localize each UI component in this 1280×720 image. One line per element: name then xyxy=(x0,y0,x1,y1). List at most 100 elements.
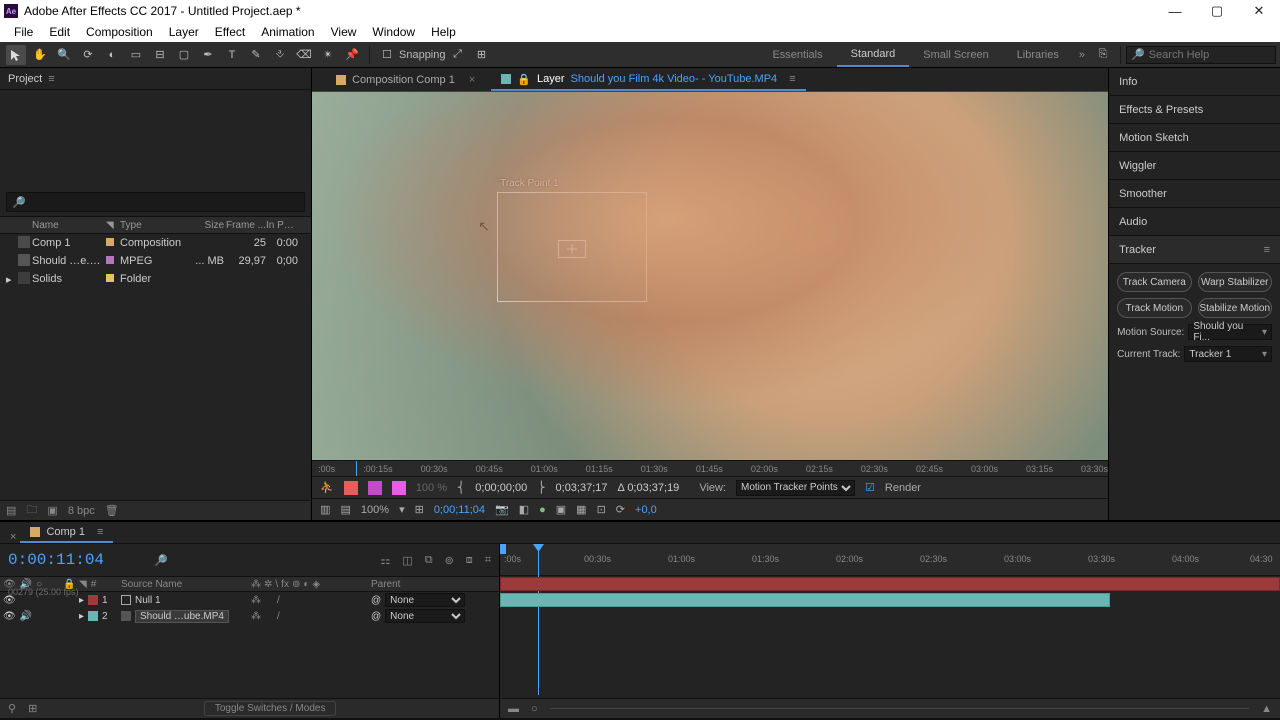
workspace-essentials[interactable]: Essentials xyxy=(758,42,836,67)
trash-icon[interactable]: 🗑 xyxy=(105,504,119,517)
menu-animation[interactable]: Animation xyxy=(253,23,322,41)
zoom-slider-handle[interactable]: ○ xyxy=(531,703,538,715)
col-frame[interactable]: Frame ... xyxy=(224,220,266,231)
3d-icon[interactable]: ◈ xyxy=(312,579,320,590)
twirl-icon[interactable]: ▸ xyxy=(79,611,84,622)
toggle-switches-modes[interactable]: Toggle Switches / Modes xyxy=(204,701,337,716)
layer-name[interactable]: Null 1 xyxy=(135,595,161,606)
zoom-out-icon[interactable]: ▬ xyxy=(508,703,519,715)
project-item-movie[interactable]: Should …e.MP4 MPEG ... MB 29,97 0;00 xyxy=(0,252,311,270)
warp-stabilizer-button[interactable]: Warp Stabilizer xyxy=(1198,272,1272,292)
panel-info[interactable]: Info xyxy=(1109,68,1280,96)
zoom-in-icon[interactable]: ▲ xyxy=(1261,703,1272,715)
search-timeline-icon[interactable]: 🔎 xyxy=(154,554,168,567)
menu-window[interactable]: Window xyxy=(364,23,423,41)
label-col-icon[interactable]: ◥ xyxy=(79,579,87,590)
sync-settings-icon[interactable]: ⎘ xyxy=(1093,45,1113,65)
layer-bar[interactable] xyxy=(500,577,1280,591)
close-icon[interactable]: × xyxy=(6,531,20,543)
channel-icon[interactable]: ◧ xyxy=(519,503,529,516)
panel-menu-icon[interactable]: ≡ xyxy=(789,73,795,85)
video-toggle-icon[interactable]: 👁 xyxy=(3,611,16,622)
viewer-tab-layer[interactable]: 🔒 Layer Should you Film 4k Video- - YouT… xyxy=(491,69,805,91)
time-marker[interactable] xyxy=(356,461,357,476)
timeline-layer-row[interactable]: 👁🔊 ▸2 Should …ube.MP4 ⁂/ @None xyxy=(0,608,499,624)
hand-tool-icon[interactable]: ✋ xyxy=(30,45,50,65)
draft3d-icon[interactable]: ◫ xyxy=(402,554,412,567)
workarea-start-handle[interactable] xyxy=(500,544,506,554)
col-name[interactable]: Name xyxy=(32,220,106,231)
sw2[interactable] xyxy=(368,481,382,495)
label-swatch[interactable] xyxy=(106,256,114,264)
pickwhip-icon[interactable]: @ xyxy=(371,595,381,606)
twirl-icon[interactable]: ▸ xyxy=(79,595,84,606)
motion-source-select[interactable]: Should you Fi... ▾ xyxy=(1188,324,1272,340)
refresh-icon[interactable]: ⟳ xyxy=(616,503,625,516)
window-close[interactable]: ✕ xyxy=(1238,0,1280,22)
camera-tool-icon[interactable]: ▭ xyxy=(126,45,146,65)
layer-label-swatch[interactable] xyxy=(88,595,98,605)
menu-file[interactable]: File xyxy=(6,23,41,41)
panel-effects-presets[interactable]: Effects & Presets xyxy=(1109,96,1280,124)
sw1[interactable] xyxy=(344,481,358,495)
pen-tool-icon[interactable]: ✒ xyxy=(198,45,218,65)
comp-mini-flowchart-icon[interactable]: ⚏ xyxy=(380,554,390,567)
audio-toggle-icon[interactable]: 🔊 xyxy=(20,611,32,622)
menu-view[interactable]: View xyxy=(323,23,365,41)
close-icon[interactable]: × xyxy=(469,74,475,86)
track-search-region[interactable] xyxy=(497,192,647,302)
panel-audio[interactable]: Audio xyxy=(1109,208,1280,236)
pickwhip-icon[interactable]: @ xyxy=(371,611,381,622)
puppet-tool-icon[interactable]: 📌 xyxy=(342,45,362,65)
panel-motion-sketch[interactable]: Motion Sketch xyxy=(1109,124,1280,152)
new-folder-icon[interactable]: 🗀 xyxy=(26,501,37,520)
grid-icon[interactable]: ⊞ xyxy=(415,503,424,516)
toggle-view-icon[interactable]: ⊞ xyxy=(28,702,37,715)
parent-select[interactable]: None xyxy=(385,593,465,607)
parent-select[interactable]: None xyxy=(385,609,465,623)
label-swatch[interactable] xyxy=(106,238,114,246)
mblur-icon[interactable]: ⊚ xyxy=(292,579,300,590)
frame-blend-icon[interactable]: ⧉ xyxy=(425,554,433,567)
timeline-ruler[interactable]: :00s 00:30s 01:00s 01:30s 02:00s 02:30s … xyxy=(500,544,1280,576)
brainstorm-icon[interactable]: ⌗ xyxy=(485,554,491,567)
graph-editor-icon[interactable]: ⧈ xyxy=(466,554,473,567)
search-help-input[interactable]: 🔎 Search Help xyxy=(1126,46,1276,64)
label-swatch[interactable] xyxy=(106,274,114,282)
snap-opt2-icon[interactable]: ⊞ xyxy=(472,45,492,65)
tab-layer-name[interactable]: Should you Film 4k Video- - YouTube.MP4 xyxy=(571,73,778,85)
panel-tracker[interactable]: Tracker ≡ xyxy=(1109,236,1280,264)
menu-effect[interactable]: Effect xyxy=(207,23,253,41)
workspace-standard[interactable]: Standard xyxy=(837,42,910,67)
viewer-tab-composition[interactable]: Composition Comp 1 × xyxy=(326,69,485,91)
snapshot-icon[interactable]: 📷 xyxy=(495,503,509,516)
parent-header[interactable]: Parent xyxy=(368,579,488,590)
out-bracket-icon[interactable]: ⎬ xyxy=(537,481,545,494)
view-select[interactable]: Motion Tracker Points xyxy=(736,480,855,496)
menu-composition[interactable]: Composition xyxy=(78,23,161,41)
brush-tool-icon[interactable]: ✎ xyxy=(246,45,266,65)
mag-icon[interactable]: ▥ xyxy=(320,503,330,516)
layer-label-swatch[interactable] xyxy=(88,611,98,621)
window-minimize[interactable]: — xyxy=(1154,0,1196,22)
snapping-checkbox[interactable]: ☐ xyxy=(377,45,397,65)
motion-blur-icon[interactable]: ⊚ xyxy=(445,554,454,567)
workspace-small-screen[interactable]: Small Screen xyxy=(909,42,1002,67)
menu-edit[interactable]: Edit xyxy=(41,23,78,41)
workspace-overflow-icon[interactable]: » xyxy=(1073,42,1091,67)
bpc-toggle[interactable]: 8 bpc xyxy=(68,505,95,517)
fx-icon[interactable]: ✲ xyxy=(264,579,272,590)
current-track-select[interactable]: Tracker 1 ▾ xyxy=(1184,346,1272,362)
toggle-shy-icon[interactable]: ⚲ xyxy=(8,702,16,715)
track-motion-button[interactable]: Track Motion xyxy=(1117,298,1191,318)
project-item-folder[interactable]: ▸ Solids Folder xyxy=(0,270,311,288)
adjlayer-icon[interactable]: ◐ xyxy=(303,579,309,590)
workspace-libraries[interactable]: Libraries xyxy=(1003,42,1073,67)
playhead[interactable] xyxy=(538,544,539,695)
layer-time-ruler[interactable]: :00s :00:15s 00:30s 00:45s 01:00s 01:15s… xyxy=(312,460,1108,476)
mask-icon[interactable]: ▦ xyxy=(576,503,586,516)
timeline-tracks-area[interactable]: :00s 00:30s 01:00s 01:30s 02:00s 02:30s … xyxy=(500,544,1280,718)
shape-tool-icon[interactable]: ▢ xyxy=(174,45,194,65)
panel-wiggler[interactable]: Wiggler xyxy=(1109,152,1280,180)
layer-name[interactable]: Should …ube.MP4 xyxy=(135,610,229,623)
